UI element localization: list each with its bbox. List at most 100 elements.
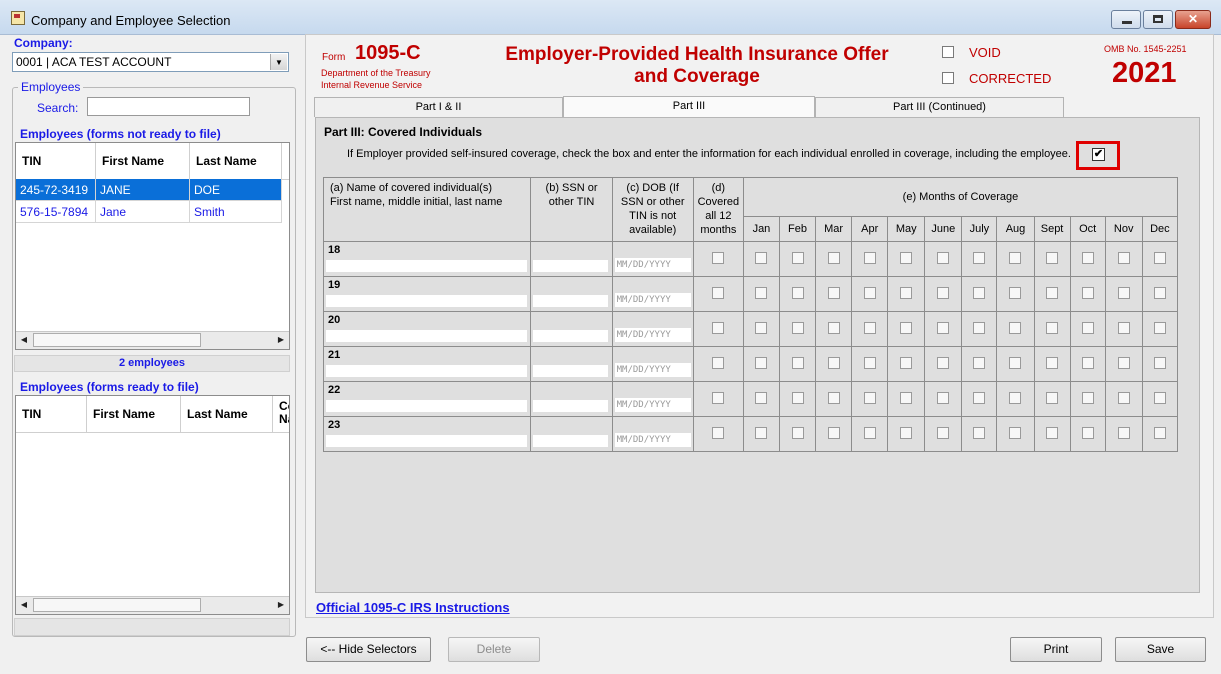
month-checkbox[interactable] [1081, 356, 1094, 369]
tab-part-3-continued[interactable]: Part III (Continued) [815, 97, 1064, 117]
month-checkbox[interactable] [1117, 321, 1130, 334]
scroll-left-icon[interactable]: ◀ [16, 332, 32, 348]
month-checkbox[interactable] [827, 356, 840, 369]
month-checkbox[interactable] [1046, 356, 1059, 369]
month-checkbox[interactable] [1009, 356, 1022, 369]
dob-input[interactable]: MM/DD/YYYY [614, 328, 691, 342]
tab-part-1-2[interactable]: Part I & II [314, 97, 563, 117]
month-checkbox[interactable] [1153, 286, 1166, 299]
company-dropdown[interactable]: 0001 | ACA TEST ACCOUNT ▼ [12, 52, 289, 72]
dob-input[interactable]: MM/DD/YYYY [614, 258, 691, 272]
month-checkbox[interactable] [1153, 391, 1166, 404]
month-checkbox[interactable] [1081, 321, 1094, 334]
hide-selectors-button[interactable]: <-- Hide Selectors [306, 637, 431, 662]
month-checkbox[interactable] [863, 286, 876, 299]
month-checkbox[interactable] [791, 426, 804, 439]
month-checkbox[interactable] [1046, 286, 1059, 299]
month-checkbox[interactable] [863, 321, 876, 334]
month-checkbox[interactable] [1009, 286, 1022, 299]
month-checkbox[interactable] [900, 356, 913, 369]
month-checkbox[interactable] [937, 391, 950, 404]
scroll-thumb[interactable] [33, 598, 201, 612]
dob-input[interactable]: MM/DD/YYYY [614, 433, 691, 447]
covered-all-checkbox[interactable] [712, 321, 725, 334]
month-checkbox[interactable] [1046, 321, 1059, 334]
month-checkbox[interactable] [827, 251, 840, 264]
column-header-last-name[interactable]: Last Name [190, 143, 282, 179]
month-checkbox[interactable] [827, 426, 840, 439]
month-checkbox[interactable] [937, 356, 950, 369]
scroll-right-icon[interactable]: ▶ [273, 332, 289, 348]
month-checkbox[interactable] [863, 391, 876, 404]
name-input[interactable] [326, 330, 527, 342]
column-header-tin[interactable]: TIN [16, 396, 87, 432]
dob-input[interactable]: MM/DD/YYYY [614, 398, 691, 412]
void-checkbox[interactable] [942, 46, 954, 58]
ssn-input[interactable] [533, 260, 609, 272]
month-checkbox[interactable] [863, 356, 876, 369]
month-checkbox[interactable] [1117, 286, 1130, 299]
month-checkbox[interactable] [1009, 391, 1022, 404]
month-checkbox[interactable] [755, 426, 768, 439]
table-row[interactable]: 245-72-3419 JANE DOE [16, 179, 289, 201]
scroll-thumb[interactable] [33, 333, 201, 347]
month-checkbox[interactable] [973, 251, 986, 264]
column-header-first-name[interactable]: First Name [96, 143, 190, 179]
month-checkbox[interactable] [973, 286, 986, 299]
horizontal-scrollbar[interactable]: ◀ ▶ [16, 331, 289, 349]
month-checkbox[interactable] [827, 321, 840, 334]
month-checkbox[interactable] [937, 426, 950, 439]
irs-instructions-link[interactable]: Official 1095-C IRS Instructions [316, 600, 510, 615]
month-checkbox[interactable] [937, 286, 950, 299]
tab-part-3[interactable]: Part III [563, 96, 815, 117]
month-checkbox[interactable] [755, 391, 768, 404]
column-header-company-name[interactable]: Co Na [273, 396, 289, 432]
month-checkbox[interactable] [1009, 251, 1022, 264]
scroll-right-icon[interactable]: ▶ [273, 597, 289, 613]
maximize-button[interactable] [1143, 10, 1173, 29]
minimize-button[interactable] [1111, 10, 1141, 29]
month-checkbox[interactable] [755, 356, 768, 369]
month-checkbox[interactable] [827, 391, 840, 404]
ssn-input[interactable] [533, 295, 609, 307]
ssn-input[interactable] [533, 330, 609, 342]
month-checkbox[interactable] [937, 251, 950, 264]
month-checkbox[interactable] [1081, 391, 1094, 404]
covered-all-checkbox[interactable] [712, 251, 725, 264]
search-input[interactable] [87, 97, 250, 116]
corrected-checkbox[interactable] [942, 72, 954, 84]
print-button[interactable]: Print [1010, 637, 1102, 662]
name-input[interactable] [326, 435, 527, 447]
ssn-input[interactable] [533, 435, 609, 447]
month-checkbox[interactable] [863, 426, 876, 439]
table-row[interactable]: 576-15-7894 Jane Smith [16, 201, 289, 223]
month-checkbox[interactable] [1046, 426, 1059, 439]
name-input[interactable] [326, 260, 527, 272]
month-checkbox[interactable] [900, 251, 913, 264]
month-checkbox[interactable] [1046, 251, 1059, 264]
month-checkbox[interactable] [937, 321, 950, 334]
delete-button[interactable]: Delete [448, 637, 540, 662]
ssn-input[interactable] [533, 365, 609, 377]
month-checkbox[interactable] [973, 356, 986, 369]
covered-all-checkbox[interactable] [712, 356, 725, 369]
month-checkbox[interactable] [755, 321, 768, 334]
month-checkbox[interactable] [791, 391, 804, 404]
self-insured-checkbox[interactable]: ✔ [1092, 148, 1105, 161]
month-checkbox[interactable] [1153, 251, 1166, 264]
horizontal-scrollbar[interactable]: ◀ ▶ [16, 596, 289, 614]
month-checkbox[interactable] [1046, 391, 1059, 404]
month-checkbox[interactable] [900, 286, 913, 299]
month-checkbox[interactable] [863, 251, 876, 264]
column-header-tin[interactable]: TIN [16, 143, 96, 179]
covered-all-checkbox[interactable] [712, 426, 725, 439]
month-checkbox[interactable] [791, 321, 804, 334]
month-checkbox[interactable] [1117, 426, 1130, 439]
covered-all-checkbox[interactable] [712, 391, 725, 404]
dob-input[interactable]: MM/DD/YYYY [614, 293, 691, 307]
month-checkbox[interactable] [973, 321, 986, 334]
month-checkbox[interactable] [755, 286, 768, 299]
column-header-last-name[interactable]: Last Name [181, 396, 273, 432]
dob-input[interactable]: MM/DD/YYYY [614, 363, 691, 377]
chevron-down-icon[interactable]: ▼ [270, 54, 287, 70]
